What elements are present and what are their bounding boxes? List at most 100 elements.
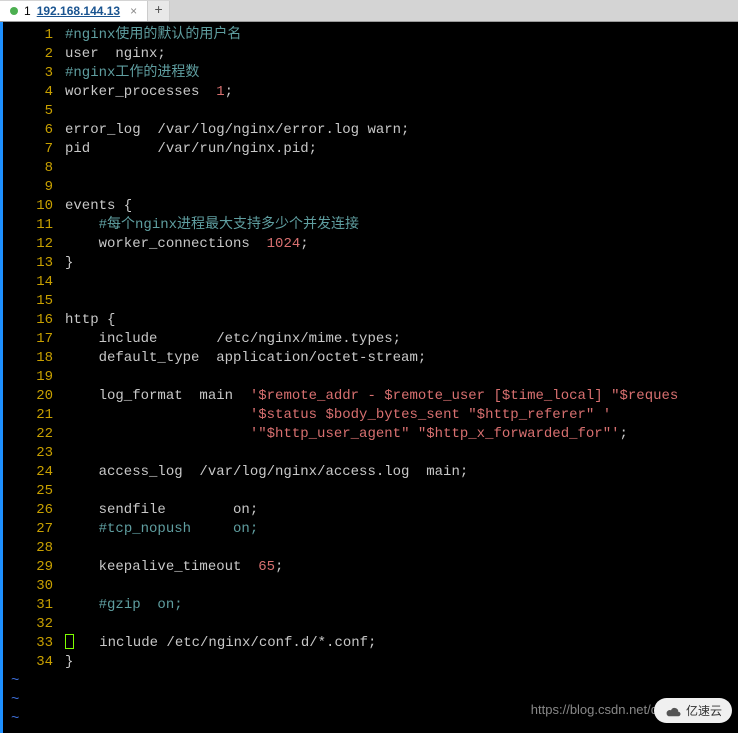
line-number: 6 <box>3 121 65 140</box>
code-text: } <box>65 254 73 273</box>
line-number: 30 <box>3 577 65 596</box>
line-number: 33 <box>3 634 65 653</box>
line-number: 15 <box>3 292 65 311</box>
code-text: '"$http_user_agent" "$http_x_forwarded_f… <box>65 425 628 444</box>
line-number: 11 <box>3 216 65 235</box>
line-number: 4 <box>3 83 65 102</box>
tab-active[interactable]: 1 192.168.144.13 × <box>0 1 148 21</box>
line-number: 24 <box>3 463 65 482</box>
code-line[interactable]: 9 <box>3 178 738 197</box>
code-line[interactable]: 27 #tcp_nopush on; <box>3 520 738 539</box>
code-line[interactable]: 6error_log /var/log/nginx/error.log warn… <box>3 121 738 140</box>
code-text: worker_connections 1024; <box>65 235 309 254</box>
line-number: 32 <box>3 615 65 634</box>
line-number: 10 <box>3 197 65 216</box>
code-line[interactable]: 11 #每个nginx进程最大支持多少个并发连接 <box>3 216 738 235</box>
code-text: #nginx工作的进程数 <box>65 64 199 83</box>
code-text: keepalive_timeout 65; <box>65 558 283 577</box>
plus-icon: + <box>154 3 162 19</box>
tab-title: 192.168.144.13 <box>37 4 120 18</box>
code-line[interactable]: 16http { <box>3 311 738 330</box>
code-text: #gzip on; <box>65 596 183 615</box>
code-line[interactable]: 19 <box>3 368 738 387</box>
code-line[interactable]: 34} <box>3 653 738 672</box>
code-text: include /etc/nginx/conf.d/*.conf; <box>65 634 376 653</box>
code-text: #nginx使用的默认的用户名 <box>65 26 241 45</box>
code-text: events { <box>65 197 132 216</box>
watermark-text: https://blog.csdn.net/q <box>531 702 658 717</box>
code-line[interactable]: 18 default_type application/octet-stream… <box>3 349 738 368</box>
code-text: http { <box>65 311 115 330</box>
line-number: 21 <box>3 406 65 425</box>
code-line[interactable]: 32 <box>3 615 738 634</box>
code-line[interactable]: 31 #gzip on; <box>3 596 738 615</box>
left-edge-indicator <box>0 22 3 733</box>
line-number: 28 <box>3 539 65 558</box>
line-number: 12 <box>3 235 65 254</box>
code-line[interactable]: 24 access_log /var/log/nginx/access.log … <box>3 463 738 482</box>
code-line[interactable]: 8 <box>3 159 738 178</box>
code-line[interactable]: 10events { <box>3 197 738 216</box>
line-number: 13 <box>3 254 65 273</box>
line-number: 3 <box>3 64 65 83</box>
code-line[interactable]: 22 '"$http_user_agent" "$http_x_forwarde… <box>3 425 738 444</box>
close-icon[interactable]: × <box>130 4 137 18</box>
line-number: 25 <box>3 482 65 501</box>
code-line[interactable]: 12 worker_connections 1024; <box>3 235 738 254</box>
line-number: 8 <box>3 159 65 178</box>
line-number: 22 <box>3 425 65 444</box>
code-text: #每个nginx进程最大支持多少个并发连接 <box>65 216 359 235</box>
status-dot-icon <box>10 7 18 15</box>
code-line[interactable]: 13} <box>3 254 738 273</box>
code-line[interactable]: 30 <box>3 577 738 596</box>
code-line[interactable]: 21 '$status $body_bytes_sent "$http_refe… <box>3 406 738 425</box>
code-line[interactable]: 28 <box>3 539 738 558</box>
code-line[interactable]: 17 include /etc/nginx/mime.types; <box>3 330 738 349</box>
code-line[interactable]: 25 <box>3 482 738 501</box>
code-text: user nginx; <box>65 45 166 64</box>
logo-badge: 亿速云 <box>654 698 732 723</box>
add-tab-button[interactable]: + <box>148 1 170 21</box>
line-number: 26 <box>3 501 65 520</box>
line-number: 23 <box>3 444 65 463</box>
code-text: log_format main '$remote_addr - $remote_… <box>65 387 678 406</box>
code-line[interactable]: 33 include /etc/nginx/conf.d/*.conf; <box>3 634 738 653</box>
line-number: 18 <box>3 349 65 368</box>
editor-viewport[interactable]: 1#nginx使用的默认的用户名2user nginx;3#nginx工作的进程… <box>0 22 738 733</box>
code-line[interactable]: 20 log_format main '$remote_addr - $remo… <box>3 387 738 406</box>
line-number: 31 <box>3 596 65 615</box>
code-line[interactable]: 4worker_processes 1; <box>3 83 738 102</box>
line-number: 34 <box>3 653 65 672</box>
code-line[interactable]: 3#nginx工作的进程数 <box>3 64 738 83</box>
code-line[interactable]: 7pid /var/run/nginx.pid; <box>3 140 738 159</box>
code-text: error_log /var/log/nginx/error.log warn; <box>65 121 409 140</box>
code-text: } <box>65 653 73 672</box>
code-line[interactable]: 23 <box>3 444 738 463</box>
code-area[interactable]: 1#nginx使用的默认的用户名2user nginx;3#nginx工作的进程… <box>0 22 738 729</box>
line-number: 19 <box>3 368 65 387</box>
line-number: 5 <box>3 102 65 121</box>
line-number: 9 <box>3 178 65 197</box>
code-line[interactable]: 14 <box>3 273 738 292</box>
line-number: 14 <box>3 273 65 292</box>
line-number: 7 <box>3 140 65 159</box>
code-line[interactable]: 26 sendfile on; <box>3 501 738 520</box>
line-number: 1 <box>3 26 65 45</box>
tab-index: 1 <box>24 4 31 18</box>
line-number: 20 <box>3 387 65 406</box>
code-line[interactable]: 2user nginx; <box>3 45 738 64</box>
code-text: worker_processes 1; <box>65 83 233 102</box>
code-line[interactable]: 1#nginx使用的默认的用户名 <box>3 26 738 45</box>
code-text: default_type application/octet-stream; <box>65 349 426 368</box>
line-number: 16 <box>3 311 65 330</box>
line-number: 2 <box>3 45 65 64</box>
code-line[interactable]: 15 <box>3 292 738 311</box>
line-number: 27 <box>3 520 65 539</box>
code-line[interactable]: 29 keepalive_timeout 65; <box>3 558 738 577</box>
tab-bar: 1 192.168.144.13 × + <box>0 0 738 22</box>
logo-text: 亿速云 <box>686 702 722 719</box>
line-number: 29 <box>3 558 65 577</box>
code-line[interactable]: 5 <box>3 102 738 121</box>
code-text: access_log /var/log/nginx/access.log mai… <box>65 463 468 482</box>
cloud-icon <box>664 704 682 718</box>
